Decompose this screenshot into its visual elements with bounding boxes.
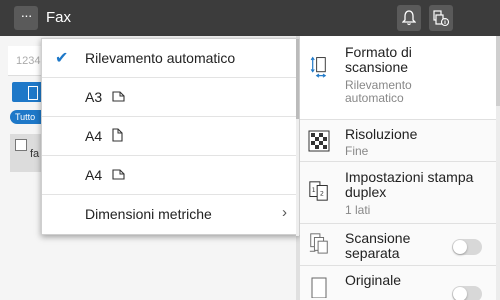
device-info-icon <box>433 10 449 27</box>
settings-scrollbar-thumb[interactable] <box>496 36 500 106</box>
setting-resolution[interactable]: Risoluzione Fine <box>300 120 496 162</box>
page-title: Fax <box>46 9 72 26</box>
dropdown-item-a4-landscape[interactable]: A4 <box>42 156 299 195</box>
dropdown-item-auto[interactable]: ✔ Rilevamento automatico <box>42 39 299 78</box>
dropdown-item-a4-portrait[interactable]: A4 <box>42 117 299 156</box>
setting-duplex[interactable]: 1 2 Impostazioni stampa duplex 1 lati <box>300 162 496 224</box>
setting-value: Rilevamento automatico <box>345 78 412 105</box>
setting-title: Originale <box>345 272 402 288</box>
dropdown-item-label: A3 <box>85 89 103 105</box>
scan-size-icon <box>310 56 327 78</box>
setting-title: Scansione separata <box>345 230 411 261</box>
setting-scan-size[interactable]: Formato di scansione Rilevamento automat… <box>300 36 496 120</box>
list-item-checkbox[interactable] <box>15 139 27 151</box>
dropdown-scrollbar-thumb[interactable] <box>296 39 299 119</box>
setting-title: Formato di scansione <box>345 44 412 75</box>
device-info-button[interactable] <box>429 5 453 31</box>
dropdown-scrollbar[interactable] <box>296 39 299 236</box>
scan-size-dropdown: ✔ Rilevamento automatico A3 A4 A4 Dimens… <box>41 38 300 236</box>
setting-value: Fine <box>345 144 369 158</box>
setting-title: Impostazioni stampa duplex <box>345 169 474 200</box>
original-icon <box>311 277 327 298</box>
dropdown-item-label: A4 <box>85 128 103 144</box>
top-bar: ··· Fax <box>0 0 500 36</box>
dropdown-item-label: Dimensioni metriche <box>85 206 212 222</box>
svg-text:1: 1 <box>312 186 316 194</box>
bell-icon <box>402 10 416 26</box>
dropdown-item-label: Rilevamento automatico <box>85 50 236 66</box>
menu-button[interactable]: ··· <box>14 6 38 30</box>
dropdown-item-metric[interactable]: Dimensioni metriche › <box>42 195 299 234</box>
landscape-page-icon <box>112 169 125 180</box>
duplex-icon: 1 2 <box>309 181 328 201</box>
dropdown-item-label: A4 <box>85 167 103 183</box>
svg-text:2: 2 <box>320 190 324 198</box>
original-toggle[interactable] <box>452 286 482 300</box>
portrait-page-icon <box>112 128 123 142</box>
landscape-page-icon <box>112 91 125 102</box>
check-icon: ✔ <box>55 50 69 67</box>
setting-title: Risoluzione <box>345 126 418 142</box>
setting-value: 1 lati <box>345 203 371 217</box>
separate-scan-toggle[interactable] <box>452 239 482 255</box>
notification-button[interactable] <box>397 5 421 31</box>
list-item-label: fa <box>30 148 40 160</box>
resolution-icon <box>308 130 330 152</box>
separate-scan-icon <box>309 233 328 254</box>
dropdown-item-a3[interactable]: A3 <box>42 78 299 117</box>
settings-scrollbar[interactable] <box>496 36 500 300</box>
settings-panel: Formato di scansione Rilevamento automat… <box>300 36 500 300</box>
setting-original[interactable]: Originale <box>300 266 496 300</box>
setting-separate-scan[interactable]: Scansione separata <box>300 224 496 266</box>
chevron-right-icon: › <box>282 204 287 221</box>
